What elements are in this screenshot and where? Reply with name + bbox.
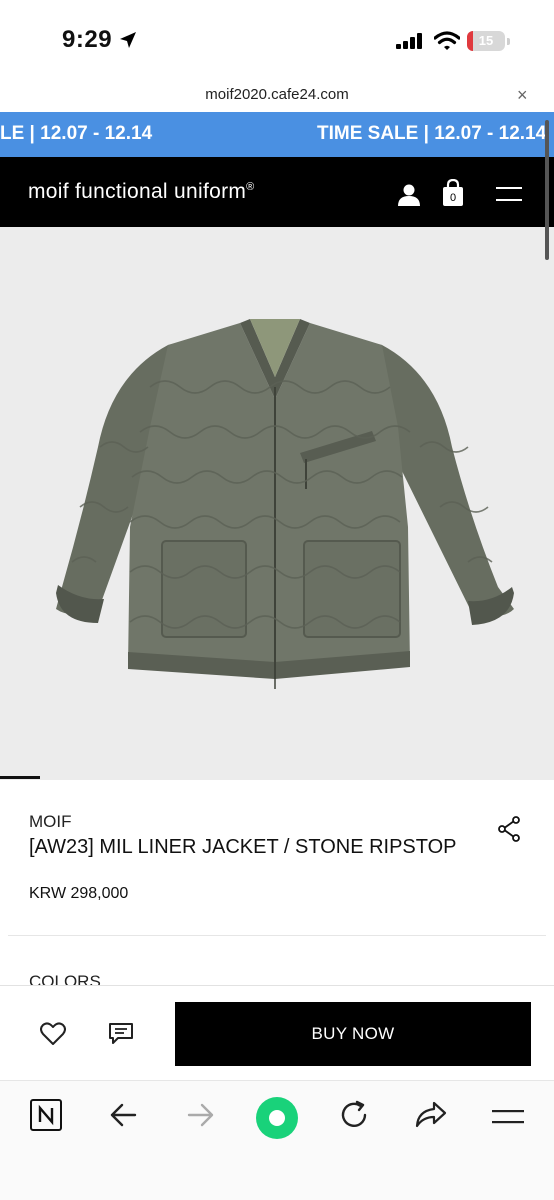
hamburger-menu-icon[interactable] (492, 1109, 524, 1125)
time-sale-banner[interactable]: LE | 12.07 - 12.14 TIME SALE | 12.07 - 1… (0, 112, 554, 157)
product-brand[interactable]: MOIF (29, 812, 72, 832)
arrow-right-icon[interactable] (186, 1099, 216, 1131)
page-scrollbar[interactable] (545, 120, 549, 260)
cellular-signal-icon (396, 33, 422, 49)
divider (8, 935, 546, 936)
sale-text-partial: LE | 12.07 - 12.14 (0, 123, 153, 144)
heart-icon[interactable] (40, 1022, 66, 1046)
cart-count: 0 (449, 192, 457, 204)
hamburger-menu-icon[interactable] (496, 186, 522, 202)
site-header: moif functional uniform® 0 (0, 157, 554, 227)
image-slider-indicator (0, 776, 40, 779)
product-name: [AW23] MIL LINER JACKET / STONE RIPSTOP (29, 836, 457, 858)
naver-n-icon[interactable] (30, 1099, 62, 1131)
product-image[interactable] (0, 227, 554, 780)
browser-toolbar (0, 1080, 554, 1200)
user-icon[interactable] (397, 183, 421, 207)
battery-tip (507, 38, 510, 45)
arrow-left-icon[interactable] (108, 1099, 138, 1131)
share-icon[interactable] (497, 816, 521, 842)
battery-indicator: 15 (467, 31, 505, 51)
wifi-icon (434, 31, 460, 50)
browser-url-bar[interactable]: moif2020.cafe24.com × (0, 80, 554, 112)
sale-text: TIME SALE | 12.07 - 12.14 (317, 123, 547, 144)
site-logo[interactable]: moif functional uniform® (28, 180, 255, 204)
forward-share-icon[interactable] (414, 1099, 448, 1131)
reload-icon[interactable] (338, 1099, 370, 1131)
close-icon[interactable]: × (517, 85, 528, 106)
green-dot-icon[interactable] (256, 1097, 298, 1139)
battery-percentage: 15 (478, 33, 494, 48)
clock: 9:29 (62, 26, 113, 53)
jacket-illustration (56, 319, 514, 689)
url-text[interactable]: moif2020.cafe24.com (0, 86, 554, 103)
status-bar: 9:29 15 (0, 0, 554, 80)
colors-label: COLORS (29, 972, 101, 985)
registered-mark: ® (246, 181, 255, 193)
logo-text: moif functional uniform (28, 180, 247, 203)
purchase-action-bar: BUY NOW (0, 985, 554, 1080)
product-price: KRW 298,000 (29, 885, 129, 902)
location-arrow-icon (120, 32, 136, 48)
buy-now-button[interactable]: BUY NOW (175, 1002, 531, 1066)
chat-icon[interactable] (108, 1022, 134, 1046)
